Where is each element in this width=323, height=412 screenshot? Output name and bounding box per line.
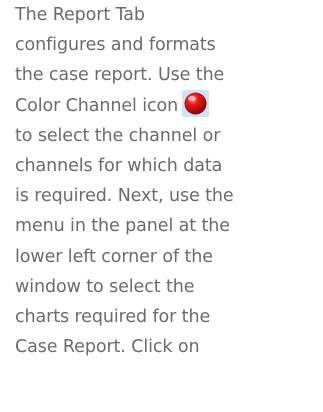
text-segment: Color Channel icon xyxy=(15,95,179,116)
text-line-with-icon: Color Channel icon xyxy=(15,90,320,121)
text-line: channels for which data xyxy=(15,155,223,176)
text-line: window to select the xyxy=(15,276,195,297)
color-channel-icon xyxy=(182,90,210,118)
text-line: the case report. Use the xyxy=(15,65,225,86)
text-line: configures and formats xyxy=(15,35,216,56)
help-paragraph: The Report Tab configures and formats th… xyxy=(15,0,320,362)
text-line: to select the channel or xyxy=(15,125,221,146)
text-line: is required. Next, use the xyxy=(15,186,234,207)
text-line: The Report Tab xyxy=(15,5,145,25)
text-line: Case Report. Click on xyxy=(15,337,200,358)
text-line: charts required for the xyxy=(15,306,211,327)
text-line: menu in the panel at the xyxy=(15,216,230,237)
red-ball-icon xyxy=(184,92,207,115)
text-line: lower left corner of the xyxy=(15,246,213,267)
